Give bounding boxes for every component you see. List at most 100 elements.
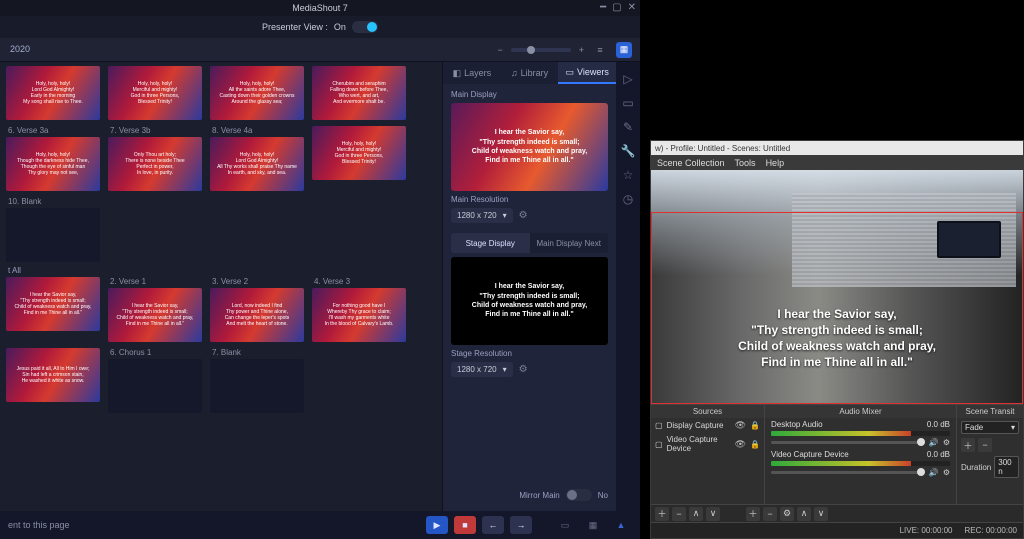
- tab-library[interactable]: ♫ Library: [501, 62, 559, 84]
- slide[interactable]: Holy, holy, holy! All the saints adore T…: [210, 66, 304, 120]
- obs-statusbar: LIVE: 00:00:00 REC: 00:00:00: [651, 522, 1023, 538]
- mirror-toggle[interactable]: [566, 489, 592, 501]
- slide-thumb[interactable]: Holy, holy, holy! All the saints adore T…: [210, 66, 304, 120]
- presenter-toggle[interactable]: [352, 21, 378, 33]
- remove-transition-button[interactable]: −: [978, 438, 992, 452]
- source-row[interactable]: ▢Display Capture👁🔒: [651, 418, 764, 433]
- grid-icon[interactable]: ▦: [582, 516, 604, 534]
- tab-layers[interactable]: ◧ Layers: [443, 62, 501, 84]
- slide[interactable]: 6. Verse 3aHoly, holy, holy! Though the …: [6, 126, 100, 191]
- slide[interactable]: Holy, holy, holy! Merciful and mighty! G…: [312, 126, 406, 191]
- gear-icon[interactable]: ⚙: [943, 468, 950, 477]
- tab-stage-display[interactable]: Stage Display: [451, 233, 530, 253]
- slide[interactable]: Holy, holy, holy! Merciful and mighty! G…: [108, 66, 202, 120]
- tab-main-next[interactable]: Main Display Next: [530, 233, 609, 253]
- slide-thumb[interactable]: I hear the Savior say, "Thy strength ind…: [108, 288, 202, 342]
- speaker-icon[interactable]: 🔊: [929, 438, 939, 447]
- slide-thumb[interactable]: Holy, holy, holy! Though the darkness hi…: [6, 137, 100, 191]
- source-row[interactable]: ▢Video Capture Device👁🔒: [651, 433, 764, 455]
- slide-thumb[interactable]: Jesus paid it all, All to Him I owe; Sin…: [6, 348, 100, 402]
- prev-button[interactable]: ←: [482, 516, 504, 534]
- source-settings-button[interactable]: ⚙: [780, 507, 794, 521]
- monitor-icon[interactable]: ▭: [554, 516, 576, 534]
- wand-icon[interactable]: ✎: [623, 120, 633, 134]
- menu-item[interactable]: Tools: [735, 158, 756, 168]
- obs-preview[interactable]: I hear the Savior say, "Thy strength ind…: [651, 170, 1023, 404]
- clock-icon[interactable]: ◷: [623, 192, 633, 206]
- minimize-icon[interactable]: ━: [600, 2, 606, 13]
- visibility-icon[interactable]: 👁: [735, 439, 746, 450]
- slide[interactable]: 6. Chorus 1: [108, 348, 202, 413]
- lock-icon[interactable]: 🔒: [750, 421, 760, 430]
- slide[interactable]: 8. Verse 4aHoly, holy, holy! Lord God Al…: [210, 126, 304, 191]
- titlebar: MediaShout 7 ━ ▢ ✕: [0, 0, 640, 16]
- zoom-minus-icon[interactable]: −: [497, 45, 502, 55]
- slide-thumb[interactable]: Cherubim and seraphim Falling down befor…: [312, 66, 406, 120]
- gear-icon[interactable]: ⚙: [519, 364, 528, 375]
- tab-viewers[interactable]: ▭ Viewers: [558, 62, 616, 84]
- lock-icon[interactable]: 🔒: [750, 440, 760, 449]
- slide-thumb[interactable]: Holy, holy, holy! Lord God Almighty! Ear…: [6, 66, 100, 120]
- remove-source-button[interactable]: −: [763, 507, 777, 521]
- main-display-preview[interactable]: I hear the Savior say, "Thy strength ind…: [451, 103, 608, 191]
- stage-res-select[interactable]: 1280 x 720▾: [451, 362, 513, 377]
- slide-thumb[interactable]: Only Thou art holy; There is none beside…: [108, 137, 202, 191]
- star-icon[interactable]: ☆: [623, 168, 634, 182]
- slide-thumb[interactable]: [210, 359, 304, 413]
- visibility-icon[interactable]: 👁: [735, 420, 746, 431]
- warning-icon[interactable]: ▲: [610, 516, 632, 534]
- gear-icon[interactable]: ⚙: [943, 438, 950, 447]
- main-res-select[interactable]: 1280 x 720▾: [451, 208, 513, 223]
- slide[interactable]: 2. Verse 1I hear the Savior say, "Thy st…: [108, 277, 202, 342]
- slide[interactable]: 7. Verse 3bOnly Thou art holy; There is …: [108, 126, 202, 191]
- maximize-icon[interactable]: ▢: [612, 2, 621, 13]
- app-title: MediaShout 7: [292, 3, 348, 13]
- scene-down-button[interactable]: ∨: [706, 507, 720, 521]
- stop-button[interactable]: ■: [454, 516, 476, 534]
- next-button[interactable]: →: [510, 516, 532, 534]
- close-icon[interactable]: ✕: [628, 2, 636, 13]
- source-down-button[interactable]: ∨: [814, 507, 828, 521]
- stage-display-preview[interactable]: I hear the Savior say, "Thy strength ind…: [451, 257, 608, 345]
- slide-label: 7. Blank: [212, 348, 304, 357]
- slide[interactable]: Cherubim and seraphim Falling down befor…: [312, 66, 406, 120]
- gear-icon[interactable]: ⚙: [519, 210, 528, 221]
- slide[interactable]: 7. Blank: [210, 348, 304, 413]
- slide-thumb[interactable]: I hear the Savior say, "Thy strength ind…: [6, 277, 100, 331]
- speaker-icon[interactable]: 🔊: [929, 468, 939, 477]
- slide[interactable]: Jesus paid it all, All to Him I owe; Sin…: [6, 348, 100, 413]
- zoom-plus-icon[interactable]: +: [579, 45, 584, 55]
- wrench-icon[interactable]: 🔧: [621, 144, 636, 158]
- grid-view-icon[interactable]: ▦: [616, 42, 632, 58]
- slide[interactable]: 4. Verse 3For nothing good have I Whereb…: [312, 277, 406, 342]
- duration-input[interactable]: 300 n: [994, 456, 1019, 478]
- list-view-icon[interactable]: ≡: [592, 42, 608, 58]
- slide-thumb[interactable]: [108, 359, 202, 413]
- year-label: 2020: [8, 42, 30, 58]
- play-button[interactable]: ▶: [426, 516, 448, 534]
- play-icon[interactable]: ▷: [623, 72, 632, 86]
- scene-up-button[interactable]: ∧: [689, 507, 703, 521]
- volume-slider[interactable]: [771, 471, 925, 474]
- slide-thumb[interactable]: Holy, holy, holy! Merciful and mighty! G…: [108, 66, 202, 120]
- slide[interactable]: I hear the Savior say, "Thy strength ind…: [6, 277, 100, 342]
- volume-slider[interactable]: [771, 441, 925, 444]
- slide-thumb[interactable]: Lord, now indeed I find Thy power and Th…: [210, 288, 304, 342]
- slide[interactable]: 3. Verse 2Lord, now indeed I find Thy po…: [210, 277, 304, 342]
- transition-select[interactable]: Fade▾: [961, 421, 1019, 434]
- add-source-button[interactable]: ＋: [746, 507, 760, 521]
- slide-thumb[interactable]: [6, 208, 100, 262]
- source-up-button[interactable]: ∧: [797, 507, 811, 521]
- add-transition-button[interactable]: ＋: [961, 438, 975, 452]
- image-icon[interactable]: ▭: [622, 96, 633, 110]
- slide-thumb[interactable]: Holy, holy, holy! Lord God Almighty! All…: [210, 137, 304, 191]
- menu-item[interactable]: Scene Collection: [657, 158, 725, 168]
- remove-scene-button[interactable]: −: [672, 507, 686, 521]
- menu-item[interactable]: Help: [766, 158, 785, 168]
- slide-thumb[interactable]: For nothing good have I Whereby Thy grac…: [312, 288, 406, 342]
- slide-thumb[interactable]: Holy, holy, holy! Merciful and mighty! G…: [312, 126, 406, 180]
- zoom-slider[interactable]: [511, 48, 571, 52]
- slide[interactable]: 10. Blank: [6, 197, 100, 262]
- add-scene-button[interactable]: ＋: [655, 507, 669, 521]
- slide[interactable]: Holy, holy, holy! Lord God Almighty! Ear…: [6, 66, 100, 120]
